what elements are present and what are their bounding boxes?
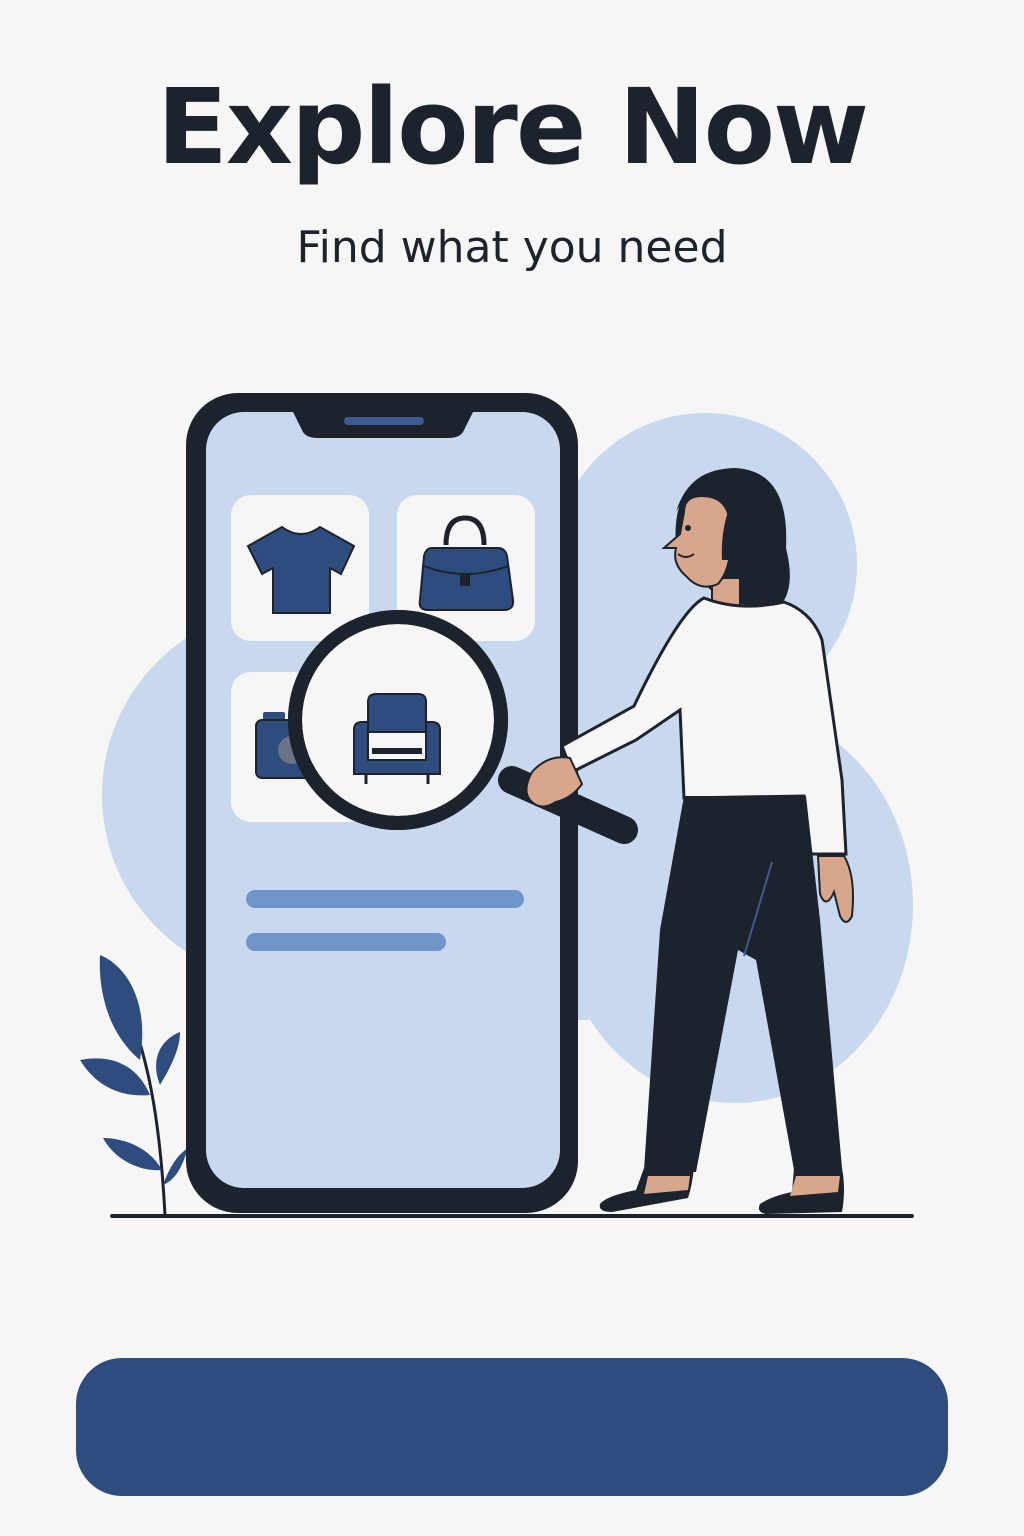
hero-illustration <box>80 393 914 1218</box>
page-title: Explore Now <box>156 66 869 188</box>
page-subtitle: Find what you need <box>296 222 728 273</box>
explore-cta-button[interactable] <box>76 1358 948 1496</box>
text-placeholder-line <box>246 890 524 908</box>
onboarding-screen: Explore Now Find what you need <box>0 0 1024 1536</box>
plant-leaves <box>80 955 188 1216</box>
text-placeholder-line <box>246 933 446 951</box>
